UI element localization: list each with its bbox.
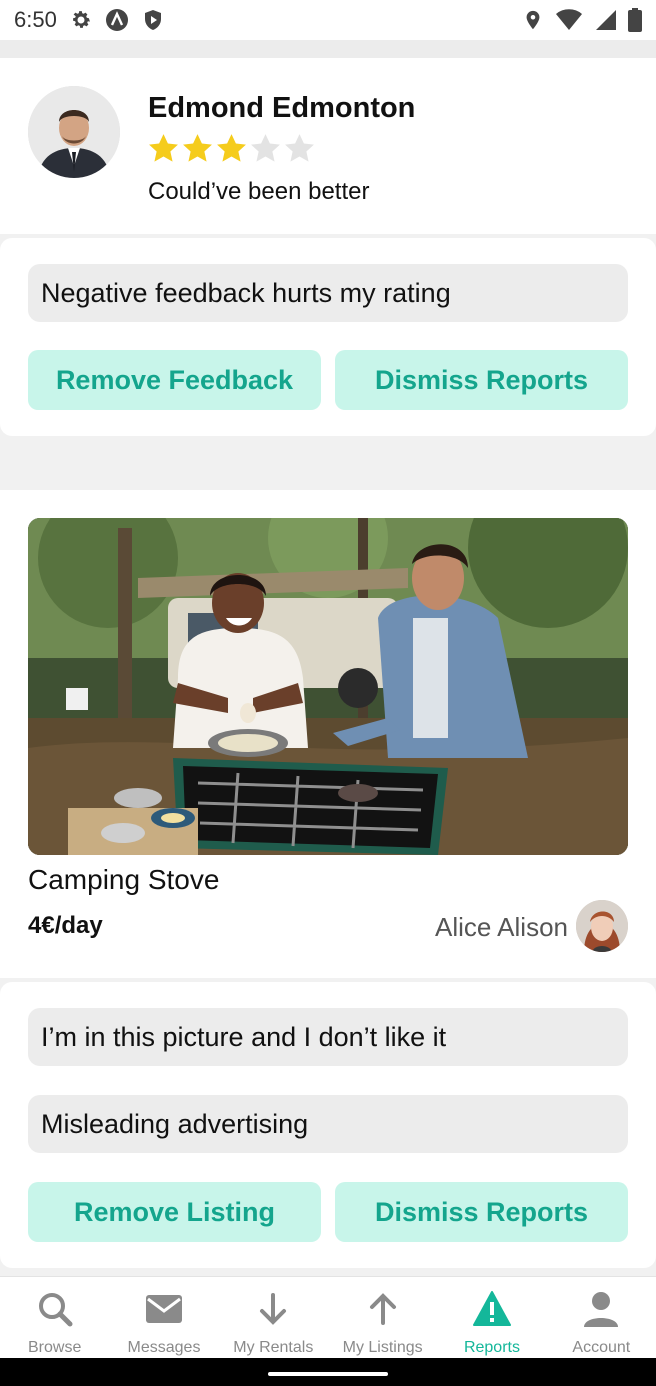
wifi-icon xyxy=(556,9,582,30)
status-bar: 6:50 xyxy=(0,0,656,40)
nav-label: Messages xyxy=(127,1339,201,1356)
report-reason: Misleading advertising xyxy=(28,1095,628,1153)
nav-item-my-rentals[interactable]: My Rentals xyxy=(219,1277,328,1358)
warning-icon xyxy=(472,1291,511,1326)
home-indicator[interactable] xyxy=(268,1372,388,1376)
star-empty-icon xyxy=(251,134,280,162)
person-icon xyxy=(584,1292,619,1327)
signal-icon xyxy=(596,10,616,30)
nav-item-reports[interactable]: Reports xyxy=(437,1277,546,1358)
nav-label: My Rentals xyxy=(233,1339,314,1356)
shield-icon xyxy=(144,10,161,30)
location-icon xyxy=(526,10,540,30)
nav-label: My Listings xyxy=(342,1339,423,1356)
bottom-navigation: Browse Messages My Rentals My Listings R… xyxy=(0,1276,656,1358)
nav-label: Browse xyxy=(27,1339,82,1356)
remove-listing-button[interactable]: Remove Listing xyxy=(28,1182,321,1242)
dismiss-reports-button[interactable]: Dismiss Reports xyxy=(335,1182,628,1242)
gear-icon xyxy=(72,11,90,28)
envelope-icon xyxy=(145,1295,182,1323)
battery-icon xyxy=(628,8,642,32)
feedback-report-card: Negative feedback hurts my rating Remove… xyxy=(0,238,656,436)
nav-label: Reports xyxy=(463,1339,520,1356)
user-name: Edmond Edmonton xyxy=(148,92,416,124)
nav-item-my-listings[interactable]: My Listings xyxy=(328,1277,437,1358)
status-time: 6:50 xyxy=(14,7,57,32)
nav-item-account[interactable]: Account xyxy=(547,1277,656,1358)
feedback-comment: Could’ve been better xyxy=(148,178,370,205)
star-rating xyxy=(147,132,316,165)
star-filled-icon xyxy=(149,134,178,162)
star-filled-icon xyxy=(217,134,246,162)
reported-user-card[interactable]: Edmond Edmonton Could’ve been better xyxy=(0,58,656,234)
reported-listing-card[interactable]: Camping Stove 4€/day Alice Alison xyxy=(0,490,656,978)
search-icon xyxy=(38,1293,73,1327)
top-divider xyxy=(0,40,656,58)
status-icons xyxy=(522,8,642,32)
star-filled-icon xyxy=(183,134,212,162)
app-a-icon xyxy=(105,9,128,31)
remove-feedback-button[interactable]: Remove Feedback xyxy=(28,350,321,410)
arrow-up-icon xyxy=(369,1293,396,1325)
star-empty-icon xyxy=(285,134,314,162)
camping-scene-image xyxy=(28,518,628,855)
listing-photo[interactable] xyxy=(28,518,628,855)
owner-avatar[interactable] xyxy=(576,900,628,952)
report-reason: I’m in this picture and I don’t like it xyxy=(28,1008,628,1066)
listing-owner-name[interactable]: Alice Alison xyxy=(435,912,568,943)
arrow-down-icon xyxy=(260,1293,287,1325)
listing-price: 4€/day xyxy=(28,912,103,939)
reports-screen: 6:50 Edmond Edmonton Could’ve been bette… xyxy=(0,0,656,1386)
listing-title: Camping Stove xyxy=(28,864,220,895)
nav-item-browse[interactable]: Browse xyxy=(0,1277,109,1358)
nav-item-messages[interactable]: Messages xyxy=(109,1277,218,1358)
user-avatar[interactable] xyxy=(28,86,120,178)
dismiss-reports-button[interactable]: Dismiss Reports xyxy=(335,350,628,410)
owner-photo xyxy=(576,900,628,952)
nav-label: Account xyxy=(572,1339,631,1356)
report-reason: Negative feedback hurts my rating xyxy=(28,264,628,322)
listing-report-card: I’m in this picture and I don’t like it … xyxy=(0,982,656,1268)
user-photo xyxy=(28,86,120,178)
